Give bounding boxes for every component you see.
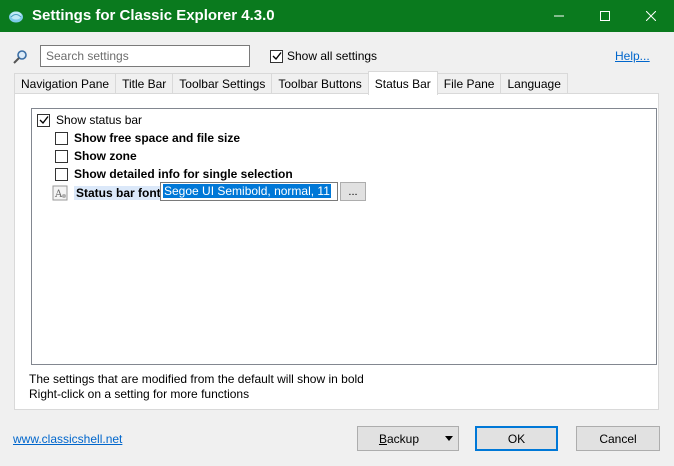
bold-settings-note: The settings that are modified from the … [29,372,364,386]
show-all-label: Show all settings [287,49,378,63]
search-input[interactable] [40,45,250,67]
setting-show-zone[interactable]: Show zone [55,148,137,164]
tab-toolbar-buttons[interactable]: Toolbar Buttons [271,73,369,94]
close-button[interactable] [628,0,674,32]
tab-label: Toolbar Buttons [278,77,362,91]
tab-panel: Show status bar Show free space and file… [14,93,659,410]
setting-show-status-bar[interactable]: Show status bar [37,112,142,128]
checkmark-icon [39,116,49,125]
tab-label: File Pane [443,77,495,91]
setting-label: Show free space and file size [74,131,241,145]
tab-label: Navigation Pane [21,77,110,91]
right-click-note: Right-click on a setting for more functi… [29,387,250,401]
show-free-space-checkbox[interactable] [55,131,68,145]
backup-button[interactable]: Backup [357,426,459,451]
minimize-icon [554,15,564,17]
show-all-checkbox-box[interactable] [270,49,283,63]
ok-button[interactable]: OK [475,426,558,451]
window-title: Settings for Classic Explorer 4.3.0 [32,7,275,24]
setting-label: Show detailed info for single selection [74,167,293,181]
tab-label: Status Bar [374,76,431,91]
close-icon [646,11,656,21]
backup-accel-char: B [378,431,387,446]
tab-label: Toolbar Settings [179,77,266,91]
show-zone-checkbox[interactable] [55,149,68,163]
setting-label: Status bar font [74,186,163,200]
tab-status-bar[interactable]: Status Bar [367,71,438,95]
setting-show-free-space[interactable]: Show free space and file size [55,130,240,146]
setting-label: Show status bar [56,113,143,127]
backup-label-rest: ackup [386,431,420,446]
tab-label: Title Bar [122,77,167,91]
setting-label: Show zone [74,149,137,163]
website-link[interactable]: www.classicshell.net [13,432,122,446]
maximize-button[interactable] [582,0,628,32]
backup-button-label: Backup [358,432,440,446]
cancel-button[interactable]: Cancel [576,426,660,451]
title-bar: Settings for Classic Explorer 4.3.0 [0,0,674,32]
tab-label: Language [507,77,561,91]
dropdown-arrow-icon[interactable] [440,436,458,441]
show-all-settings-checkbox[interactable]: Show all settings [270,49,377,63]
setting-status-bar-font[interactable]: A Status bar font [52,184,163,202]
tab-title-bar[interactable]: Title Bar [115,73,174,94]
help-link[interactable]: Help... [615,49,650,63]
search-icon [12,49,28,65]
tab-file-pane[interactable]: File Pane [436,73,502,94]
tab-strip: Navigation Pane Title Bar Toolbar Settin… [14,71,568,95]
maximize-icon [600,11,610,21]
minimize-button[interactable] [536,0,582,32]
show-detailed-info-checkbox[interactable] [55,167,68,181]
shell-icon [8,8,24,24]
settings-tree[interactable]: Show status bar Show free space and file… [31,108,657,365]
settings-window: Settings for Classic Explorer 4.3.0 Show… [0,0,674,466]
status-bar-font-field[interactable]: Segoe UI Semibold, normal, 11 [160,182,338,201]
svg-text:A: A [54,189,63,200]
tab-language[interactable]: Language [500,73,568,94]
font-icon: A [52,185,68,201]
show-status-bar-checkbox[interactable] [37,113,50,127]
browse-font-button[interactable]: ... [340,182,366,201]
setting-show-detailed-info[interactable]: Show detailed info for single selection [55,166,293,182]
tab-toolbar-settings[interactable]: Toolbar Settings [172,73,273,94]
tab-navigation-pane[interactable]: Navigation Pane [14,73,117,94]
checkmark-icon [272,52,282,61]
status-bar-font-value: Segoe UI Semibold, normal, 11 [163,184,331,198]
